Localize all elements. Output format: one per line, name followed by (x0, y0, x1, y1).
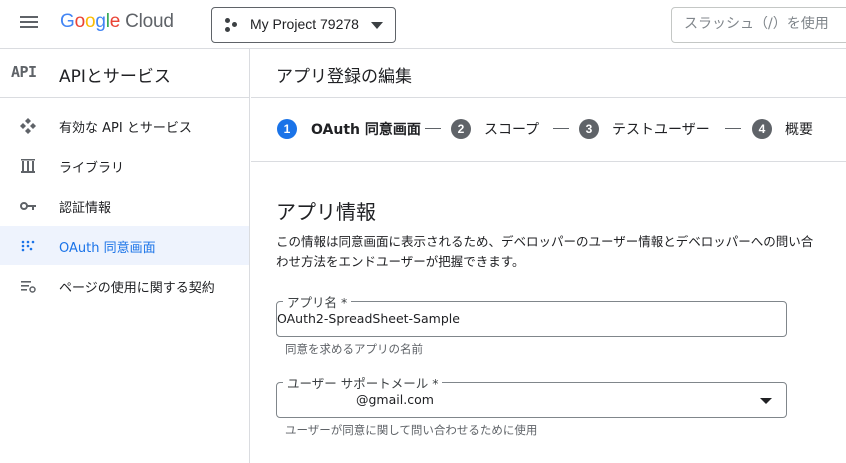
api-logo: API (11, 63, 37, 81)
sidebar-item-label: 有効な API とサービス (59, 121, 192, 136)
logo-letter: G (60, 11, 75, 32)
sidebar-item-credentials[interactable]: 認証情報 (0, 186, 249, 225)
step-separator (425, 128, 441, 129)
project-name: My Project 79278 (250, 16, 359, 32)
library-icon (19, 157, 37, 175)
settings-list-icon (19, 277, 37, 295)
step-separator (553, 128, 569, 129)
step-label: OAuth 同意画面 (311, 122, 421, 138)
search-box[interactable] (671, 7, 846, 43)
project-hub-icon (225, 18, 239, 32)
step-number: 4 (752, 119, 772, 139)
step-number: 1 (277, 119, 297, 139)
sidebar-item-label: 認証情報 (59, 201, 112, 216)
section-description: この情報は同意画面に表示されるため、デベロッパーのユーザー情報とデベロッパーへの… (276, 234, 814, 269)
top-bar: Google Cloud My Project 79278 (0, 0, 846, 49)
step-separator (725, 128, 741, 129)
step-label: 概要 (785, 122, 813, 138)
logo-cloud-text: Cloud (125, 11, 174, 32)
main-content: アプリ登録の編集 1 OAuth 同意画面 2 スコープ 3 テストユーザー 4… (251, 49, 846, 463)
field-label: アプリ名 * (283, 292, 352, 311)
step-oauth-consent[interactable]: 1 OAuth 同意画面 (277, 118, 421, 140)
field-label: ユーザー サポートメール * (283, 373, 443, 392)
key-icon (19, 197, 37, 215)
main-menu-icon[interactable] (19, 15, 39, 33)
search-input[interactable] (684, 16, 846, 32)
sidebar-item-label: ライブラリ (59, 161, 125, 176)
sidebar-item-library[interactable]: ライブラリ (0, 146, 249, 185)
step-scopes[interactable]: 2 スコープ (451, 118, 539, 140)
logo-letter: g (95, 11, 106, 32)
sidebar-item-oauth-consent[interactable]: OAuth 同意画面 (0, 226, 249, 265)
page-title: アプリ登録の編集 (276, 67, 412, 87)
project-picker-button[interactable]: My Project 79278 (211, 7, 396, 43)
support-email-value: @gmail.com (356, 392, 434, 407)
sidebar-title: APIとサービス (59, 67, 171, 87)
stepper: 1 OAuth 同意画面 2 スコープ 3 テストユーザー 4 概要 (251, 98, 846, 162)
step-label: スコープ (484, 122, 540, 138)
oauth-consent-icon (19, 237, 37, 255)
step-number: 3 (579, 119, 599, 139)
api-hub-icon (19, 117, 37, 135)
field-hint: ユーザーが同意に関して問い合わせるために使用 (285, 423, 538, 437)
sidebar-item-page-usage-agreements[interactable]: ページの使用に関する契約 (0, 266, 249, 305)
sidebar: API APIとサービス 有効な API とサービス ライブラリ 認証情報 OA… (0, 49, 250, 463)
section-title: アプリ情報 (276, 200, 376, 224)
sidebar-item-label: ページの使用に関する契約 (59, 281, 215, 296)
step-summary[interactable]: 4 概要 (752, 118, 813, 140)
app-name-input[interactable] (277, 311, 757, 326)
field-hint: 同意を求めるアプリの名前 (285, 342, 423, 356)
logo-letter: o (74, 11, 86, 32)
sidebar-item-enabled-apis[interactable]: 有効な API とサービス (0, 106, 249, 145)
logo-letter: e (109, 11, 121, 32)
sidebar-item-label: OAuth 同意画面 (59, 241, 156, 256)
support-email-select[interactable]: ユーザー サポートメール * @gmail.com (276, 373, 787, 418)
caret-down-icon (371, 22, 383, 29)
logo-letter: o (84, 11, 96, 32)
step-test-users[interactable]: 3 テストユーザー (579, 118, 710, 140)
step-label: テストユーザー (612, 122, 710, 138)
step-number: 2 (451, 119, 471, 139)
dropdown-arrow-icon[interactable] (760, 398, 772, 404)
app-name-field[interactable]: アプリ名 * (276, 292, 787, 337)
google-cloud-logo[interactable]: Google Cloud (60, 11, 174, 33)
sidebar-header: API APIとサービス (0, 49, 250, 98)
